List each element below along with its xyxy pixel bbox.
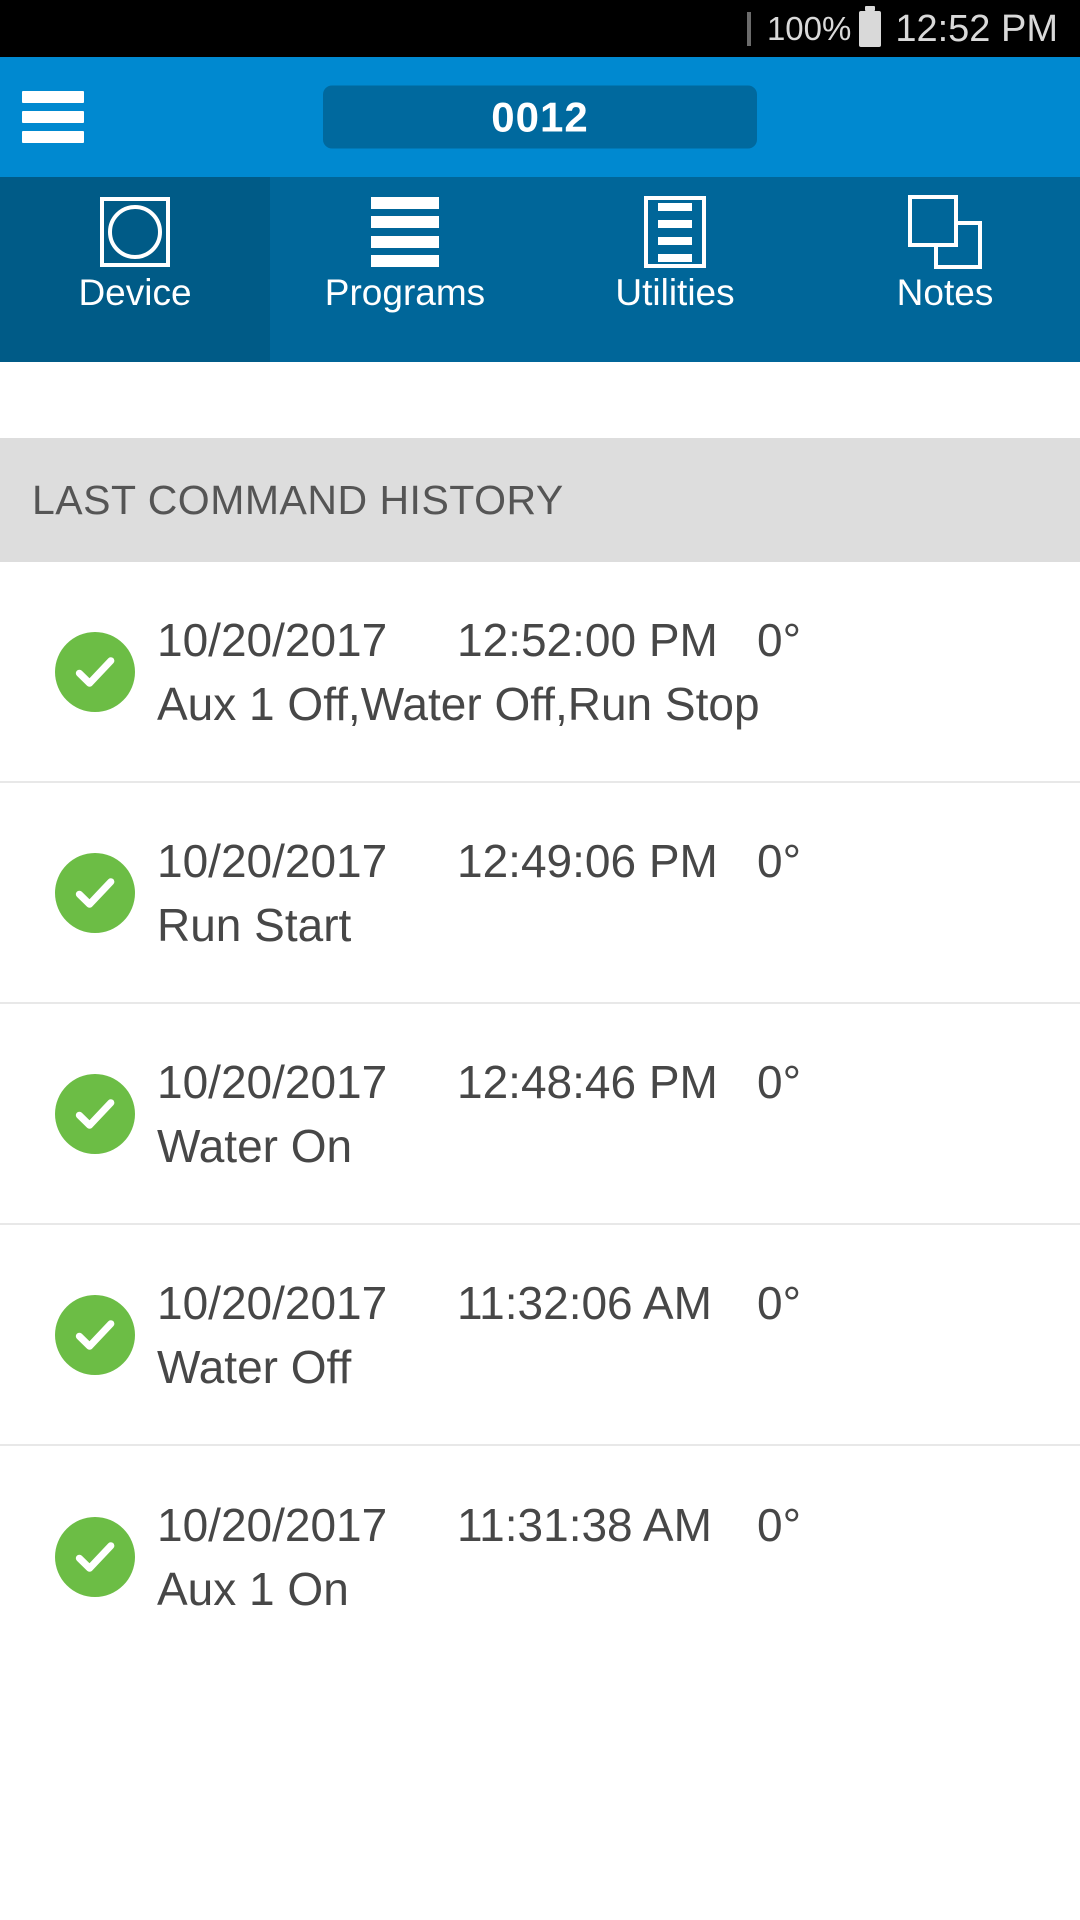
hamburger-bar <box>22 111 84 123</box>
check-circle-icon <box>55 1073 135 1154</box>
row-content: 10/20/2017 12:48:46 PM 0° Water On <box>157 1055 1080 1173</box>
row-command: Aux 1 On <box>157 1562 349 1615</box>
row-temperature: 0° <box>757 1055 801 1108</box>
row-command: Run Start <box>157 898 352 951</box>
tab-programs[interactable]: Programs <box>270 177 540 362</box>
check-circle-icon <box>55 1294 135 1375</box>
row-date: 10/20/2017 <box>157 1498 388 1551</box>
hamburger-menu-icon[interactable] <box>22 91 84 143</box>
row-date: 10/20/2017 <box>157 1055 388 1108</box>
table-row[interactable]: 10/20/2017 12:48:46 PM 0° Water On <box>0 1004 1080 1225</box>
app-screen: 100% 12:52 PM 0012 Device Programs Utili… <box>0 0 1080 1920</box>
app-header: 0012 <box>0 57 1080 177</box>
row-temperature: 0° <box>757 1276 801 1329</box>
row-date: 10/20/2017 <box>157 1276 388 1329</box>
row-time: 12:48:46 PM <box>457 1055 718 1108</box>
status-bar-clock: 12:52 PM <box>895 7 1058 50</box>
row-content: 10/20/2017 12:49:06 PM 0° Run Start <box>157 834 1080 952</box>
tab-utilities-label: Utilities <box>615 272 735 313</box>
tab-notes-label: Notes <box>896 272 994 313</box>
row-command: Water Off <box>157 1340 352 1393</box>
tab-programs-label: Programs <box>324 272 486 313</box>
row-temperature: 0° <box>757 613 801 666</box>
section-title: LAST COMMAND HISTORY <box>32 476 564 523</box>
row-primary-line: 10/20/2017 11:31:38 AM 0° <box>157 1498 1080 1552</box>
last-command-history-list[interactable]: 10/20/2017 12:52:00 PM 0° Aux 1 Off,Wate… <box>0 562 1080 1920</box>
row-primary-line: 10/20/2017 12:49:06 PM 0° <box>157 834 1080 888</box>
row-time: 12:49:06 PM <box>457 834 718 887</box>
check-circle-icon <box>55 631 135 712</box>
tab-utilities[interactable]: Utilities <box>540 177 810 362</box>
tab-notes[interactable]: Notes <box>810 177 1080 362</box>
notes-icon <box>908 195 982 269</box>
row-content: 10/20/2017 11:31:38 AM 0° Aux 1 On <box>157 1498 1080 1616</box>
device-id-label: 0012 <box>491 93 589 140</box>
row-command: Aux 1 Off,Water Off,Run Stop <box>157 677 760 730</box>
row-temperature: 0° <box>757 1498 801 1551</box>
row-content: 10/20/2017 11:32:06 AM 0° Water Off <box>157 1276 1080 1394</box>
hamburger-bar <box>22 91 84 103</box>
device-icon <box>98 195 172 269</box>
table-row[interactable]: 10/20/2017 11:31:38 AM 0° Aux 1 On <box>0 1446 1080 1667</box>
row-primary-line: 10/20/2017 12:52:00 PM 0° <box>157 613 1080 667</box>
table-row[interactable]: 10/20/2017 11:32:06 AM 0° Water Off <box>0 1225 1080 1446</box>
table-row[interactable]: 10/20/2017 12:49:06 PM 0° Run Start <box>0 783 1080 1004</box>
row-content: 10/20/2017 12:52:00 PM 0° Aux 1 Off,Wate… <box>157 613 1080 731</box>
content-spacer <box>0 362 1080 438</box>
table-row[interactable]: 10/20/2017 12:52:00 PM 0° Aux 1 Off,Wate… <box>0 562 1080 783</box>
row-time: 11:31:38 AM <box>457 1498 712 1551</box>
battery-full-icon <box>859 5 882 47</box>
battery-percent-label: 100% <box>766 10 852 47</box>
tab-bar: Device Programs Utilities Notes <box>0 177 1080 362</box>
check-circle-icon <box>55 1516 135 1597</box>
device-id-button[interactable]: 0012 <box>323 85 757 149</box>
row-date: 10/20/2017 <box>157 613 388 666</box>
status-bar-divider <box>746 11 751 46</box>
status-bar: 100% 12:52 PM <box>0 0 1080 57</box>
row-temperature: 0° <box>757 834 801 887</box>
hamburger-bar <box>22 131 84 143</box>
tab-device[interactable]: Device <box>0 177 270 362</box>
row-time: 11:32:06 AM <box>457 1276 712 1329</box>
row-primary-line: 10/20/2017 12:48:46 PM 0° <box>157 1055 1080 1109</box>
section-header: LAST COMMAND HISTORY <box>0 438 1080 562</box>
row-primary-line: 10/20/2017 11:32:06 AM 0° <box>157 1276 1080 1330</box>
tab-device-label: Device <box>78 272 192 313</box>
row-time: 12:52:00 PM <box>457 613 718 666</box>
row-command: Water On <box>157 1119 353 1172</box>
row-date: 10/20/2017 <box>157 834 388 887</box>
programs-icon <box>368 195 442 269</box>
check-circle-icon <box>55 852 135 933</box>
utilities-icon <box>638 195 712 269</box>
